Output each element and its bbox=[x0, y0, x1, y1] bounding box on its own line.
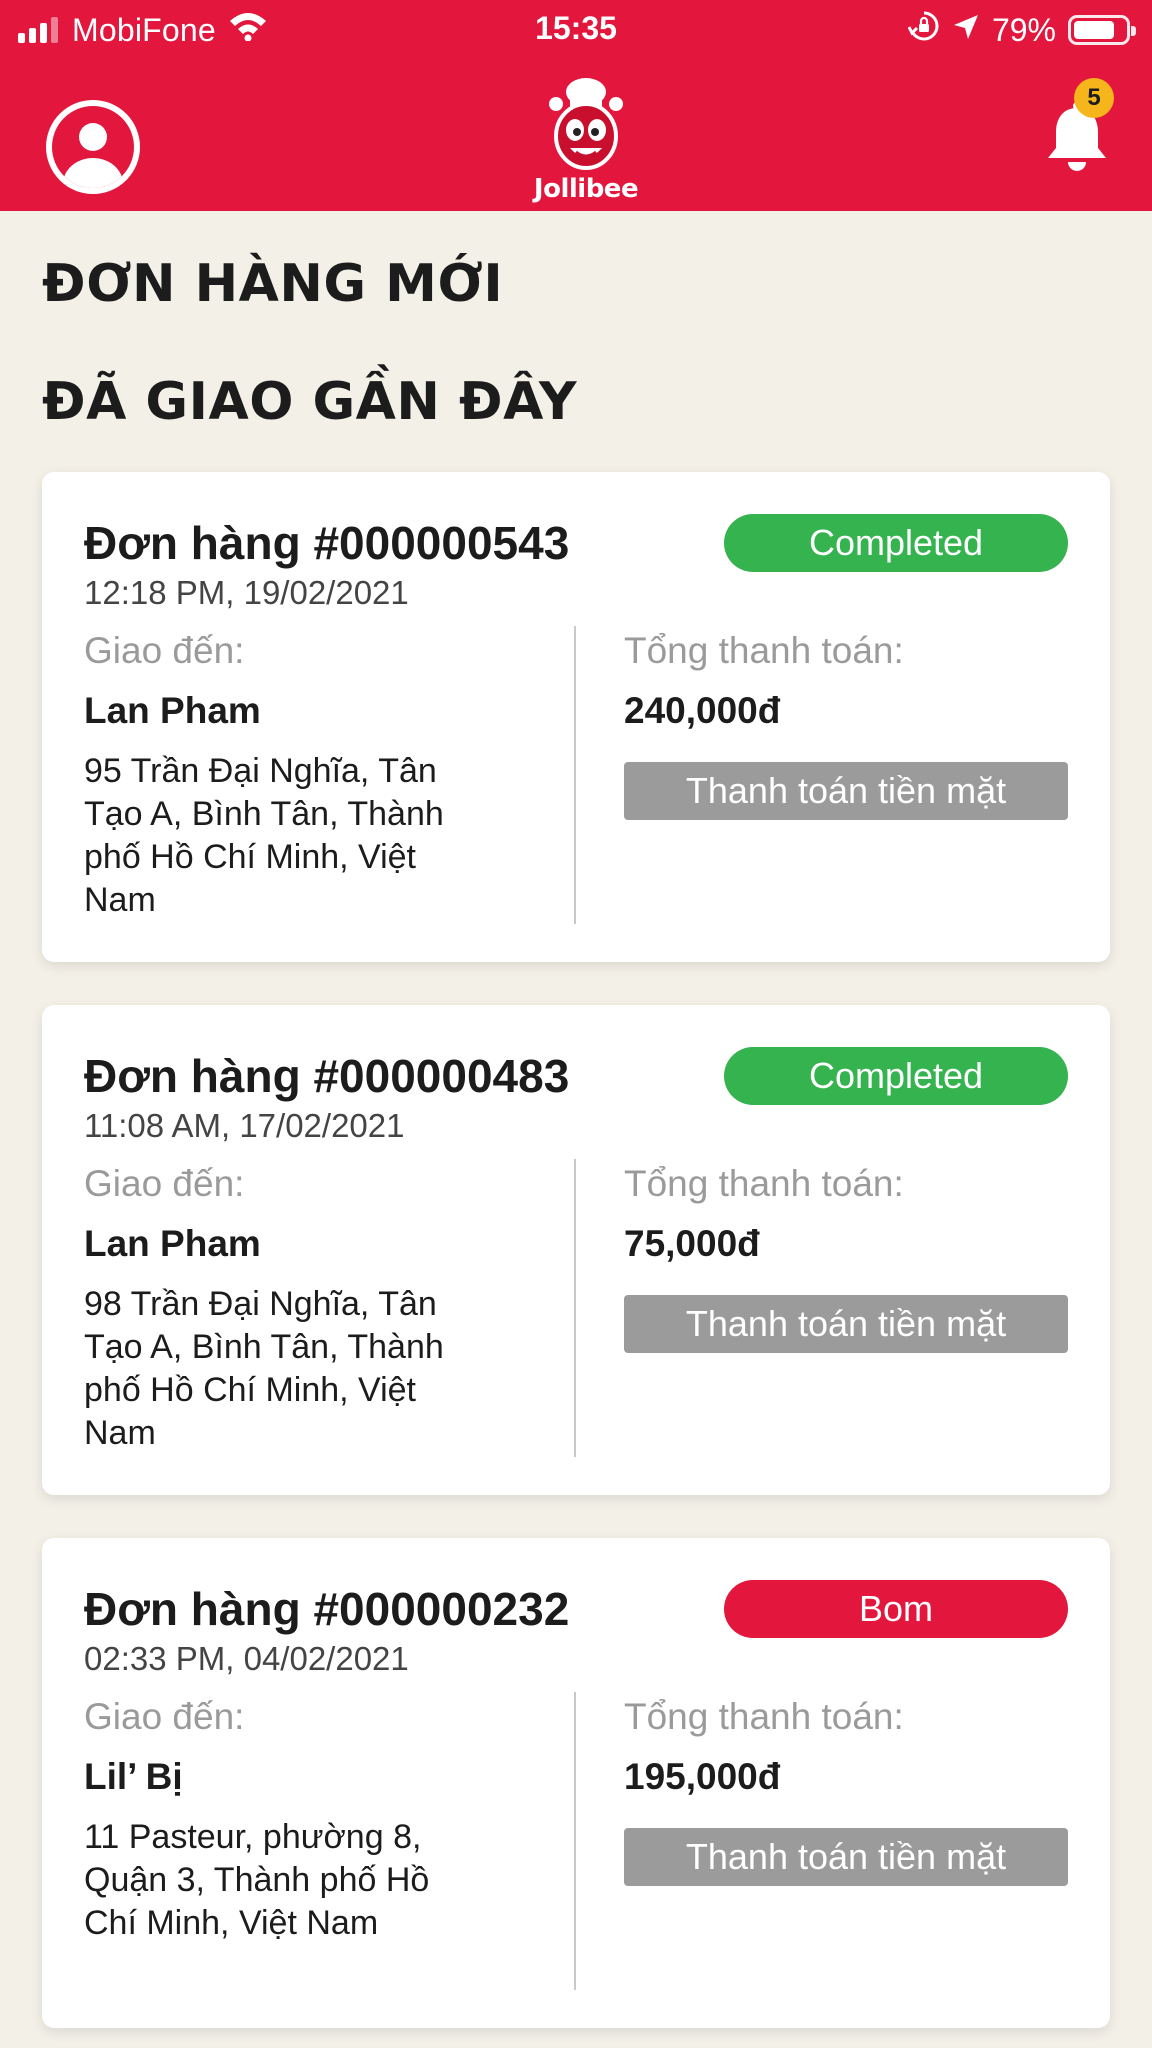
total-label: Tổng thanh toán: bbox=[624, 630, 904, 671]
section-title-recent-delivered: ĐÃ GIAO GẦN ĐÂY bbox=[42, 372, 578, 432]
battery-icon bbox=[1068, 15, 1136, 45]
status-bar: MobiFone 15:35 79% bbox=[0, 0, 1152, 58]
orientation-lock-icon bbox=[907, 10, 940, 50]
card-divider bbox=[574, 1692, 576, 1990]
recipient-name: Lil’ Bị bbox=[84, 1756, 183, 1797]
order-time: 12:18 PM, 19/02/2021 bbox=[84, 574, 409, 611]
battery-percent: 79% bbox=[991, 11, 1056, 48]
app-top-bar: MobiFone 15:35 79% Jollibee 5 bbox=[0, 0, 1152, 211]
card-divider bbox=[574, 1159, 576, 1457]
location-arrow-icon bbox=[952, 12, 980, 49]
section-title-new-orders: ĐƠN HÀNG MỚI bbox=[42, 254, 504, 314]
order-title: Đơn hàng #000000232 bbox=[84, 1583, 570, 1635]
battery-level-fill bbox=[1074, 21, 1114, 39]
status-bar-right: 79% bbox=[907, 10, 1136, 50]
deliver-to-label: Giao đến: bbox=[84, 1163, 245, 1204]
order-time: 11:08 AM, 17/02/2021 bbox=[84, 1107, 405, 1144]
status-badge: Completed bbox=[724, 514, 1068, 572]
header: Jollibee 5 bbox=[0, 58, 1152, 211]
delivery-address: 11 Pasteur, phường 8, Quận 3, Thành phố … bbox=[84, 1818, 430, 1942]
total-label: Tổng thanh toán: bbox=[624, 1163, 904, 1204]
total-amount: 195,000đ bbox=[624, 1756, 781, 1797]
payment-method-button[interactable]: Thanh toán tiền mặt bbox=[624, 1828, 1068, 1886]
card-divider bbox=[574, 626, 576, 924]
deliver-to-label: Giao đến: bbox=[84, 1696, 245, 1737]
delivery-address: 95 Trần Đại Nghĩa, Tân Tạo A, Bình Tân, … bbox=[84, 752, 444, 919]
order-title: Đơn hàng #000000543 bbox=[84, 517, 570, 569]
deliver-to-label: Giao đến: bbox=[84, 630, 245, 671]
order-time: 02:33 PM, 04/02/2021 bbox=[84, 1640, 409, 1677]
payment-method-button[interactable]: Thanh toán tiền mặt bbox=[624, 762, 1068, 820]
recipient-name: Lan Pham bbox=[84, 690, 261, 731]
order-card[interactable]: Đơn hàng #000000232 02:33 PM, 04/02/2021… bbox=[42, 1538, 1110, 2028]
status-badge: Completed bbox=[724, 1047, 1068, 1105]
order-card[interactable]: Đơn hàng #000000483 11:08 AM, 17/02/2021… bbox=[42, 1005, 1110, 1495]
jollibee-logo[interactable]: Jollibee bbox=[526, 74, 646, 204]
order-title: Đơn hàng #000000483 bbox=[84, 1050, 570, 1102]
payment-method-button[interactable]: Thanh toán tiền mặt bbox=[624, 1295, 1068, 1353]
recipient-name: Lan Pham bbox=[84, 1223, 261, 1264]
status-badge: Bom bbox=[724, 1580, 1068, 1638]
profile-avatar-icon[interactable] bbox=[46, 100, 140, 194]
total-label: Tổng thanh toán: bbox=[624, 1696, 904, 1737]
total-amount: 240,000đ bbox=[624, 690, 781, 731]
order-card[interactable]: Đơn hàng #000000543 12:18 PM, 19/02/2021… bbox=[42, 472, 1110, 962]
delivery-address: 98 Trần Đại Nghĩa, Tân Tạo A, Bình Tân, … bbox=[84, 1285, 444, 1452]
total-amount: 75,000đ bbox=[624, 1223, 760, 1264]
logo-text: Jollibee bbox=[533, 174, 639, 204]
notification-badge: 5 bbox=[1074, 78, 1114, 118]
